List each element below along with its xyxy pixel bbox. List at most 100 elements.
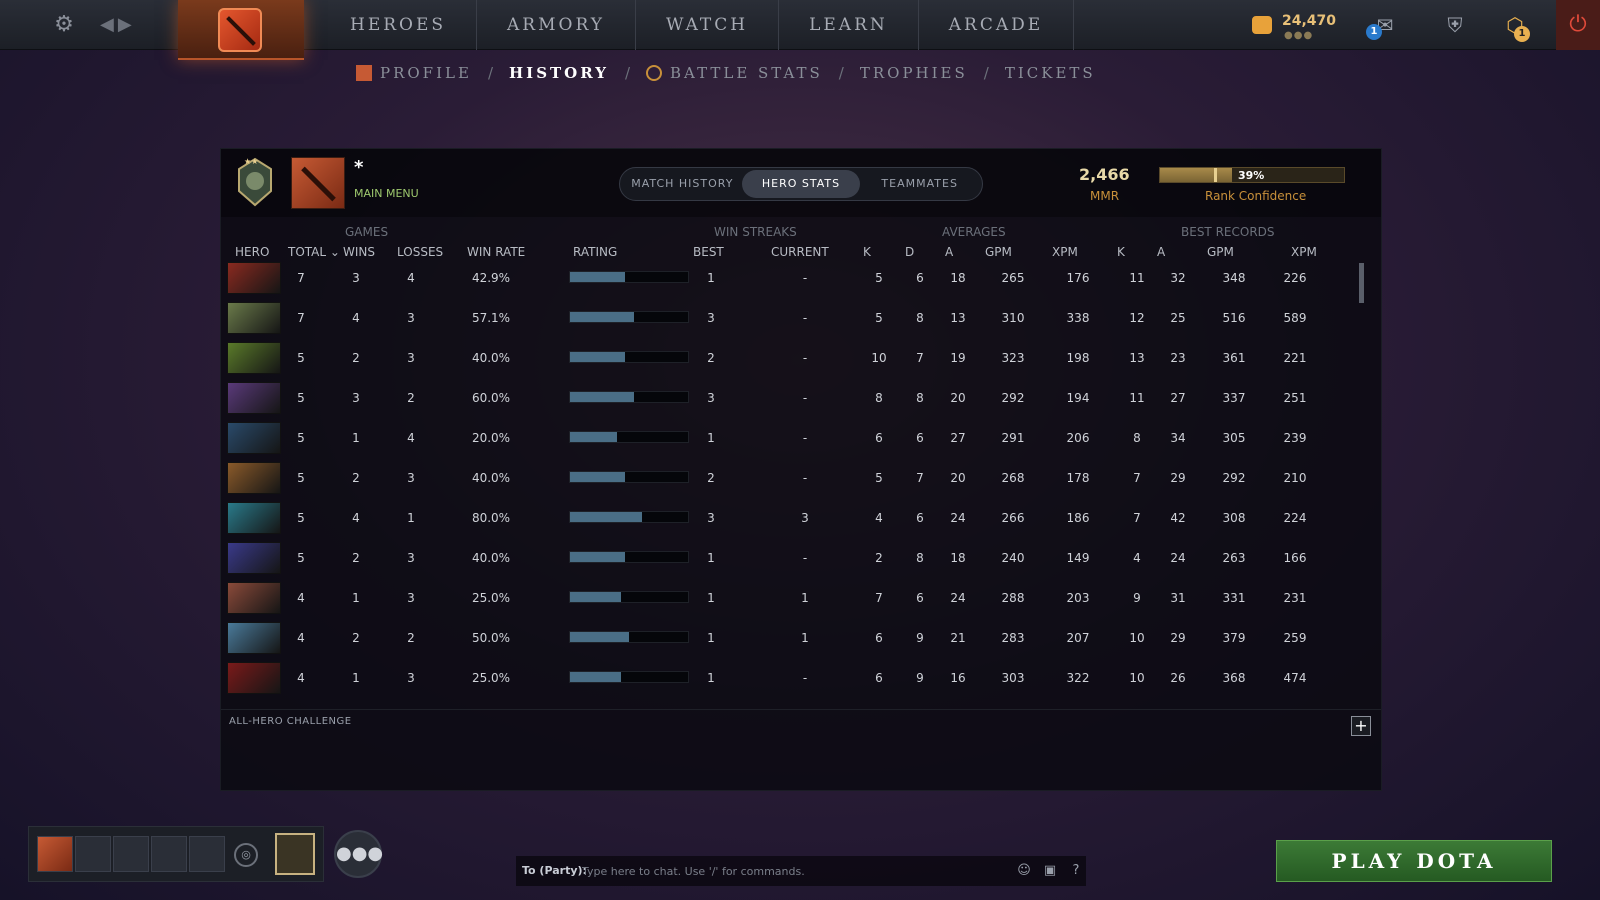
party-slot-empty[interactable] <box>151 836 187 872</box>
hero-portrait[interactable] <box>227 662 281 694</box>
party-slot-empty[interactable] <box>75 836 111 872</box>
cell-br-xpm: 224 <box>1283 511 1307 525</box>
cell-br-gpm: 263 <box>1222 551 1246 565</box>
cell-d: 6 <box>916 511 924 525</box>
play-dota-button[interactable]: PLAY DOTA <box>1276 840 1552 882</box>
forward-arrow-icon[interactable]: ▶ <box>118 14 136 35</box>
table-row[interactable]: 5 2 3 40.0% 2 - 5 7 20 268 178 7 29 292 210 <box>221 459 1351 499</box>
back-forward-arrows[interactable]: ◀▶ <box>100 14 136 35</box>
subnav-history[interactable]: HISTORY <box>509 64 609 82</box>
tab-teammates[interactable]: TEAMMATES <box>860 170 979 198</box>
cell-win-rate: 25.0% <box>471 671 511 685</box>
col-header-wins[interactable]: WINS <box>343 245 375 259</box>
battle-stats-icon <box>646 65 663 81</box>
player-avatar[interactable] <box>291 157 345 209</box>
dota-logo-tab[interactable] <box>178 0 304 60</box>
subnav-profile[interactable]: PROFILE <box>380 64 472 82</box>
chat-input[interactable] <box>582 860 982 882</box>
table-scrollbar[interactable] <box>1359 263 1364 303</box>
plus-subscription-icon[interactable]: ⬡ 1 <box>1500 10 1530 42</box>
table-row[interactable]: 5 4 1 80.0% 3 3 4 6 24 266 186 7 42 308 224 <box>221 499 1351 539</box>
rank-confidence-fill <box>1160 168 1232 182</box>
chat-image-icon[interactable]: ▣ <box>1040 861 1060 881</box>
cell-gpm: 265 <box>1001 271 1025 285</box>
col-header-best-gpm[interactable]: GPM <box>1207 245 1234 259</box>
table-row[interactable]: 5 3 2 60.0% 3 - 8 8 20 292 194 11 27 337 251 <box>221 379 1351 419</box>
hero-portrait[interactable] <box>227 502 281 534</box>
table-row[interactable]: 5 1 4 20.0% 1 - 6 6 27 291 206 8 34 305 239 <box>221 419 1351 459</box>
col-header-best-xpm[interactable]: XPM <box>1291 245 1317 259</box>
hero-portrait[interactable] <box>227 302 281 334</box>
subnav-battle-stats[interactable]: BATTLE STATS <box>670 64 823 82</box>
cell-xpm: 198 <box>1066 351 1090 365</box>
hero-portrait[interactable] <box>227 262 281 294</box>
nav-armory[interactable]: ARMORY <box>477 0 636 50</box>
hero-portrait[interactable] <box>227 582 281 614</box>
hero-portrait[interactable] <box>227 342 281 374</box>
col-header-gpm[interactable]: GPM <box>985 245 1012 259</box>
col-header-current[interactable]: CURRENT <box>771 245 829 259</box>
voice-chat-icon[interactable]: ◎ <box>234 843 258 867</box>
cell-br-a: 34 <box>1170 431 1186 445</box>
profile-logo-icon <box>356 65 372 81</box>
armory-shield-icon[interactable]: ⛨ <box>1440 10 1470 40</box>
col-header-rating[interactable]: RATING <box>573 245 617 259</box>
col-header-d[interactable]: D <box>905 245 914 259</box>
col-header-total[interactable]: TOTAL ⌄ <box>288 245 340 259</box>
table-row[interactable]: 4 1 3 25.0% 1 - 6 9 16 303 322 10 26 368 474 <box>221 659 1351 699</box>
hero-portrait[interactable] <box>227 422 281 454</box>
settings-gear-icon[interactable]: ⚙ <box>52 13 76 37</box>
chat-help-icon[interactable]: ? <box>1066 861 1086 881</box>
col-header-a[interactable]: A <box>945 245 953 259</box>
table-row[interactable]: 5 2 3 40.0% 1 - 2 8 18 240 149 4 24 263 166 <box>221 539 1351 579</box>
hero-portrait[interactable] <box>227 462 281 494</box>
col-header-xpm[interactable]: XPM <box>1052 245 1078 259</box>
party-chat: To (Party): ☺ ▣ ? <box>516 856 1086 886</box>
tab-hero-stats[interactable]: HERO STATS <box>741 170 861 198</box>
col-header-best-k[interactable]: K <box>1117 245 1125 259</box>
power-icon[interactable]: ⏻ <box>1556 0 1600 50</box>
col-header-win-rate[interactable]: WIN RATE <box>467 245 525 259</box>
col-header-best[interactable]: BEST <box>693 245 724 259</box>
expand-plus-button[interactable]: + <box>1351 716 1371 736</box>
friends-icon[interactable]: ●●● <box>334 830 383 878</box>
back-arrow-icon[interactable]: ◀ <box>100 14 118 35</box>
emoticon-icon[interactable]: ☺ <box>1014 861 1034 881</box>
cell-a: 24 <box>950 511 966 525</box>
col-header-best-a[interactable]: A <box>1157 245 1165 259</box>
table-row[interactable]: 4 1 3 25.0% 1 1 7 6 24 288 203 9 31 331 231 <box>221 579 1351 619</box>
subnav-separator: / <box>838 64 844 82</box>
nav-learn[interactable]: LEARN <box>779 0 919 50</box>
cell-gpm: 266 <box>1001 511 1025 525</box>
party-slot-empty[interactable] <box>189 836 225 872</box>
cell-current: - <box>802 351 808 365</box>
hero-portrait[interactable] <box>227 622 281 654</box>
col-header-losses[interactable]: LOSSES <box>397 245 443 259</box>
nav-arcade[interactable]: ARCADE <box>919 0 1075 50</box>
messages-icon[interactable]: ✉ 1 <box>1366 10 1400 40</box>
rating-bar <box>569 431 689 443</box>
subnav-trophies[interactable]: TROPHIES <box>860 64 968 82</box>
all-hero-challenge-label[interactable]: ALL-HERO CHALLENGE <box>229 716 352 727</box>
rating-bar-fill <box>570 432 618 442</box>
subnav-separator: / <box>983 64 989 82</box>
col-header-k[interactable]: K <box>863 245 871 259</box>
cell-wins: 3 <box>352 391 360 405</box>
tab-match-history[interactable]: MATCH HISTORY <box>623 170 742 198</box>
table-row[interactable]: 5 2 3 40.0% 2-10 7 19 323 198 13 23 361 221 <box>221 339 1351 379</box>
table-row[interactable]: 4 2 2 50.0% 1 1 6 9 21 283 207 10 29 379 259 <box>221 619 1351 659</box>
cell-total: 5 <box>297 551 305 565</box>
cell-d: 9 <box>916 671 924 685</box>
nav-heroes[interactable]: HEROES <box>320 0 478 50</box>
cell-losses: 3 <box>407 551 415 565</box>
hero-portrait[interactable] <box>227 542 281 574</box>
subnav-tickets[interactable]: TICKETS <box>1005 64 1096 82</box>
table-row[interactable]: 7 3 4 42.9% 1 - 5 6 18 265 176 11 32 348 226 <box>221 259 1351 299</box>
guild-crest-icon[interactable] <box>275 833 315 875</box>
nav-watch[interactable]: WATCH <box>636 0 780 50</box>
party-slot-empty[interactable] <box>113 836 149 872</box>
party-slot-self[interactable] <box>37 836 73 872</box>
hero-portrait[interactable] <box>227 382 281 414</box>
cell-k: 6 <box>875 631 883 645</box>
table-row[interactable]: 7 4 3 57.1% 3 - 5 8 13 310 338 12 25 516 589 <box>221 299 1351 339</box>
